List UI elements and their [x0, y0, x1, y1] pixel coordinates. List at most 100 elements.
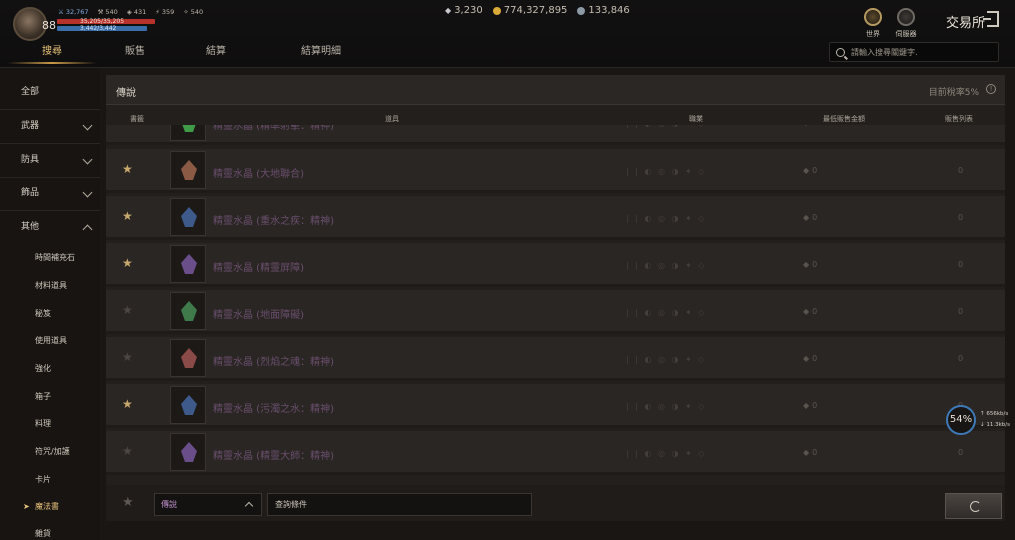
stat-attack: ⚒ 540: [97, 8, 118, 16]
sidebar-item-other[interactable]: 其他: [0, 211, 100, 244]
crystal-icon: [181, 207, 197, 227]
exit-icon[interactable]: [983, 11, 999, 27]
listing-count: 1: [958, 125, 963, 127]
sidebar-subitem-cards[interactable]: 卡片: [0, 469, 100, 491]
bookmark-filter-star-icon[interactable]: ★: [122, 495, 134, 510]
item-name: 精靈水晶 (重水之疾：精神): [213, 216, 334, 227]
min-price: ◆ 0: [803, 213, 818, 222]
table-row[interactable]: ★ 精靈水晶 (精靈屏障) | | ◐ ◎ ◑ ✦ ◇ ◆ 0 0: [106, 243, 1005, 287]
bookmark-star-icon[interactable]: ★: [122, 209, 133, 223]
sidebar-subitem-enhance[interactable]: 強化: [0, 358, 100, 380]
sidebar-item-accessories[interactable]: 飾品: [0, 177, 100, 210]
item-thumbnail: [170, 198, 206, 236]
character-level: 88: [42, 19, 56, 32]
item-thumbnail: [170, 292, 206, 330]
item-list: ★ 精靈水晶 (精準射擊：精神) | | ◐ ◎ ◑ ✦ ◇ ◆30000 1 ★ 精靈水晶…: [106, 125, 1005, 485]
sidebar-subitem-cooking[interactable]: 料理: [0, 413, 100, 435]
listing-count: 0: [958, 448, 964, 457]
search-icon[interactable]: [836, 47, 845, 57]
table-row[interactable]: ★精靈水晶 (污濁之水：精神)| | ◐ ◎ ◑ ✦ ◇◆00: [106, 384, 1005, 428]
server-button[interactable]: 伺服器: [893, 8, 919, 39]
table-row[interactable]: ★ 精靈水晶 (重水之疾：精神) | | ◐ ◎ ◑ ✦ ◇ ◆ 0 0: [106, 196, 1005, 240]
min-price: ◆ 0: [803, 307, 818, 316]
bookmark-star-icon[interactable]: ★: [122, 350, 133, 364]
silver-coin-icon: [577, 6, 586, 15]
min-price: ◆ 0: [803, 260, 818, 269]
sidebar-item-armor[interactable]: 防具: [0, 144, 100, 177]
category-title: 傳說: [116, 88, 136, 99]
table-row[interactable]: ★ 精靈水晶 (地面障礙) | | ◐ ◎ ◑ ✦ ◇ ◆ 0 0: [106, 290, 1005, 334]
query-condition-input[interactable]: 查詢條件: [267, 493, 532, 516]
chevron-down-icon: [82, 154, 93, 165]
category-header: 傳說 目前稅率5% !: [106, 75, 1005, 105]
stat-power: ⚔ 32,767: [58, 8, 89, 16]
min-price: ◆ 0: [803, 354, 818, 363]
table-row[interactable]: ★ 精靈水晶 (烈焰之魂：精神) | | ◐ ◎ ◑ ✦ ◇ ◆ 0 0: [106, 337, 1005, 381]
top-bar: 88 ⚔ 32,767 ⚒ 540 ◈ 431 ⚡ 359 ✧ 540 35,205/35…: [0, 0, 1015, 68]
class-icons: | | ◐ ◎ ◑ ✦ ◇: [626, 125, 706, 128]
magic-icon: ✧: [183, 8, 189, 16]
sidebar-subitem-materials[interactable]: 材料道具: [0, 275, 100, 297]
bookmark-star-icon[interactable]: ★: [122, 162, 133, 176]
claw-icon: ⚡: [155, 8, 160, 16]
sidebar-subitem-consumables[interactable]: 使用道具: [0, 330, 100, 352]
column-headers: 書籤 道具 職業 最低販售金額 販售列表: [106, 111, 1005, 125]
class-icons: | | ◐ ◎ ◑ ✦ ◇: [626, 261, 707, 270]
table-row[interactable]: ★ 精靈水晶 (大地聯合) | | ◐ ◎ ◑ ✦ ◇ ◆ 0 0: [106, 149, 1005, 193]
sidebar-subitem-secrets[interactable]: 秘笈: [0, 303, 100, 325]
tab-search[interactable]: 搜尋: [0, 40, 104, 64]
col-item[interactable]: 道具: [385, 114, 399, 124]
world-button[interactable]: 世界: [860, 8, 886, 39]
gold-coin-icon: [492, 6, 501, 15]
col-class[interactable]: 職業: [689, 114, 703, 124]
crystal-icon: [181, 442, 197, 462]
category-sidebar: 全部 武器 防具 飾品 其他 時間補充石 材料道具 秘笈 使用道具 強化 箱子 …: [0, 68, 100, 540]
crystal-icon: [181, 301, 197, 321]
sidebar-item-all[interactable]: 全部: [0, 76, 100, 109]
currency-bar: ◆ 3,230 774,327,895 133,846: [445, 5, 630, 16]
col-bookmark[interactable]: 書籤: [130, 114, 144, 124]
diamond-icon: ◆: [803, 307, 810, 316]
diamond-icon: ◆: [803, 166, 810, 175]
attack-icon: ⚒: [97, 8, 104, 16]
bookmark-star-icon[interactable]: ★: [122, 397, 133, 411]
table-row[interactable]: ★ 精靈水晶 (精準射擊：精神) | | ◐ ◎ ◑ ✦ ◇ ◆30000 1: [106, 125, 1005, 145]
sidebar-item-weapons[interactable]: 武器: [0, 110, 100, 143]
col-min-price[interactable]: 最低販售金額: [823, 114, 865, 124]
class-icons: | | ◐ ◎ ◑ ✦ ◇: [626, 355, 707, 364]
item-name: 精靈水晶 (地面障礙): [213, 310, 304, 321]
sidebar-subitem-time-stone[interactable]: 時間補充石: [0, 247, 100, 269]
table-row[interactable]: ★ 精靈水晶 (精靈大師：精神) | | ◐ ◎ ◑ ✦ ◇ ◆ 0 0: [106, 431, 1005, 475]
tab-settlement-details[interactable]: 結算明細: [266, 40, 376, 64]
mp-value: 3,442/3,442: [80, 25, 117, 32]
chevron-up-icon: [244, 501, 254, 511]
class-icons: | | ◐ ◎ ◑ ✦ ◇: [626, 449, 707, 458]
diamond-icon: ◆: [803, 213, 810, 222]
col-listings[interactable]: 販售列表: [945, 114, 973, 124]
crystal-icon: [181, 254, 197, 274]
bookmark-star-icon[interactable]: ★: [122, 125, 133, 128]
sidebar-subitem-charms[interactable]: 符咒/加護: [0, 441, 100, 463]
gold-currency: 774,327,895: [492, 5, 567, 16]
shield-icon: ◈: [126, 8, 132, 16]
sidebar-subitem-boxes[interactable]: 箱子: [0, 386, 100, 408]
search-input[interactable]: [851, 47, 991, 57]
sidebar-subitem-misc[interactable]: 雜貨: [0, 523, 100, 540]
bookmark-star-icon[interactable]: ★: [122, 444, 133, 458]
sidebar-subitem-spellbooks[interactable]: ➤ 魔法書: [0, 496, 100, 518]
item-name: 精靈水晶 (精靈大師：精神): [213, 451, 334, 462]
grade-select[interactable]: 傳說: [154, 493, 262, 516]
listing-count: 0: [958, 307, 964, 316]
tab-bar: 搜尋 販售 結算 結算明細: [0, 40, 376, 64]
bookmark-star-icon[interactable]: ★: [122, 303, 133, 317]
tab-sell[interactable]: 販售: [104, 40, 166, 64]
chevron-down-icon: [82, 187, 93, 198]
info-icon[interactable]: !: [986, 84, 996, 94]
bookmark-star-icon[interactable]: ★: [122, 256, 133, 270]
class-icons: | | ◐ ◎ ◑ ✦ ◇: [626, 167, 707, 176]
refresh-button[interactable]: [945, 493, 1002, 519]
diamond-icon: ◆: [803, 354, 810, 363]
diamond-icon: ◆: [803, 260, 810, 269]
listing-count: 0: [958, 354, 964, 363]
tab-settlement[interactable]: 結算: [166, 40, 266, 64]
